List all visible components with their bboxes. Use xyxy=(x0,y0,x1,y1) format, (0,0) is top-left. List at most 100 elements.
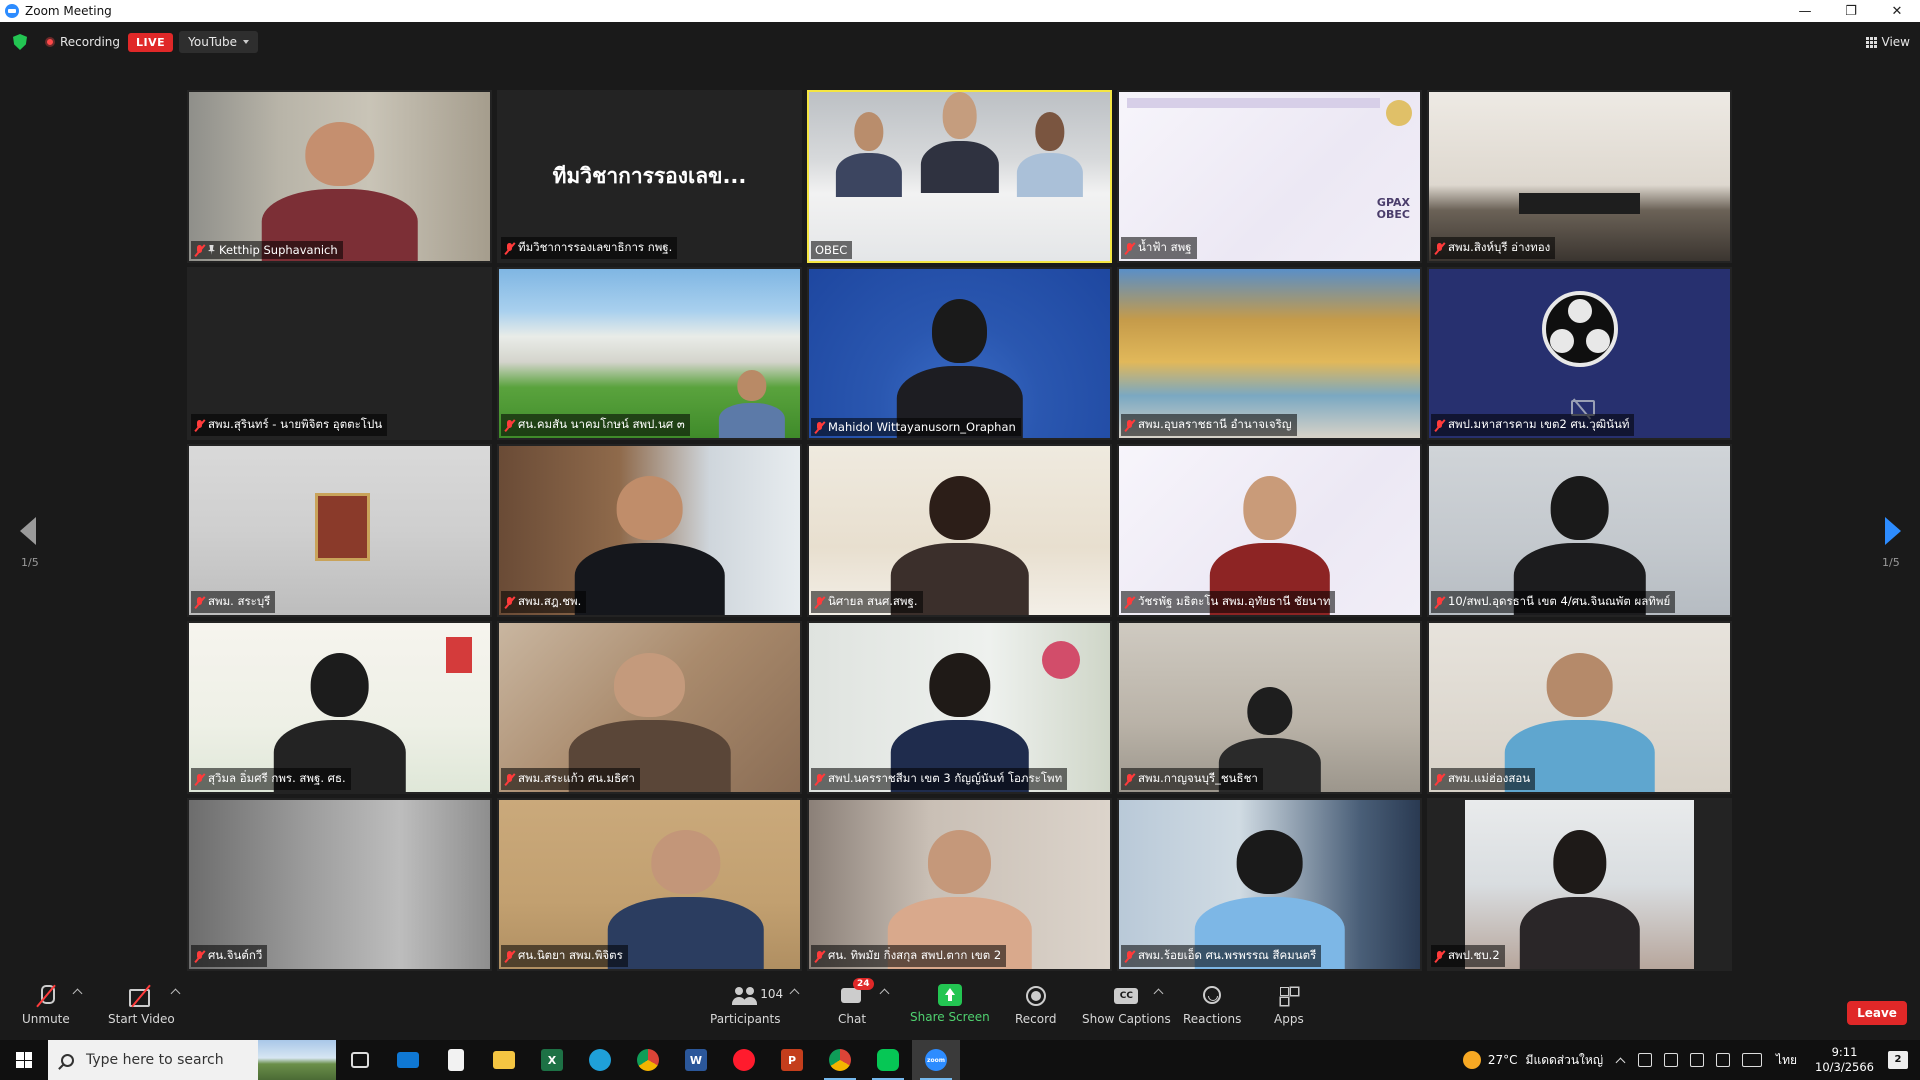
excel-icon: X xyxy=(541,1049,563,1071)
share-screen-button[interactable]: Share Screen xyxy=(910,984,990,1024)
clock-time: 9:11 xyxy=(1831,1045,1858,1059)
weather-description[interactable]: มีแดดส่วนใหญ่ xyxy=(1526,1051,1604,1070)
apps-button[interactable]: Apps xyxy=(1274,984,1304,1026)
participant-tile[interactable]: Mahidol Wittayanusorn_Oraphan xyxy=(807,267,1112,440)
closed-captions-icon xyxy=(1113,984,1139,1008)
meeting-toolbar: Unmute Start Video 104 Participants 24 C… xyxy=(0,978,1920,1038)
edge-icon xyxy=(589,1049,611,1071)
participant-tile[interactable]: สพม.แม่ฮ่องสอน xyxy=(1427,621,1732,794)
reactions-button[interactable]: Reactions xyxy=(1183,984,1241,1026)
participant-tile[interactable]: GPAX OBEC น้ำฟ้า สพฐ xyxy=(1117,90,1422,263)
mic-muted-icon xyxy=(195,773,204,785)
participant-tile[interactable]: ศน. ทิพมัย กิ่งสกุล สพป.ตาก เขต 2 xyxy=(807,798,1112,971)
participant-tile[interactable]: ศน.จินต์กวี xyxy=(187,798,492,971)
powerpoint-app[interactable]: P xyxy=(768,1040,816,1080)
caret-down-icon xyxy=(242,40,249,44)
participant-tile[interactable]: สพม.กาญจนบุรี_ชนธิชา xyxy=(1117,621,1422,794)
notification-center-icon[interactable]: 2 xyxy=(1888,1051,1908,1069)
input-language[interactable]: ไทย xyxy=(1776,1051,1797,1070)
restore-button[interactable]: ❐ xyxy=(1828,0,1874,22)
participant-tile[interactable]: สพป.นครราชสีมา เขต 3 กัญญ์นันท์ โอภระโพท xyxy=(807,621,1112,794)
participant-tile[interactable]: สพม.สุรินทร์ - นายพิจิตร อุตตะโปน xyxy=(187,267,492,440)
word-app[interactable]: W xyxy=(672,1040,720,1080)
participant-tile[interactable]: สพม. สระบุรี xyxy=(187,444,492,617)
opera-app[interactable] xyxy=(720,1040,768,1080)
file-app[interactable] xyxy=(432,1040,480,1080)
participant-tile-video-off[interactable]: สพป.มหาสารคาม เขต2 ศน.วุฒินันท์ xyxy=(1427,267,1732,440)
close-button[interactable]: ✕ xyxy=(1874,0,1920,22)
participant-name-label: สพม.สฎ.ชพ. xyxy=(501,591,587,613)
participant-tile[interactable]: สพม.สิงห์บุรี อ่างทอง xyxy=(1427,90,1732,263)
participant-name-label: ทีมวิชาการรองเลขาธิการ กพฐ. xyxy=(501,237,678,259)
mic-muted-icon xyxy=(1435,242,1444,254)
participant-tile[interactable]: ทีมวิชาการรองเลข... ทีมวิชาการรองเลขาธิก… xyxy=(497,90,802,263)
participant-name-label: สพม.แม่ฮ่องสอน xyxy=(1431,768,1536,790)
chrome-app[interactable] xyxy=(624,1040,672,1080)
participants-count: 104 xyxy=(760,987,784,1001)
view-button[interactable]: View xyxy=(1865,35,1910,49)
leave-button[interactable]: Leave xyxy=(1847,1001,1907,1025)
chat-button[interactable]: 24 Chat xyxy=(838,978,874,1026)
taskbar-clock[interactable]: 9:11 10/3/2566 xyxy=(1815,1045,1874,1075)
start-button[interactable] xyxy=(0,1040,48,1080)
participant-name-label: Ketthip Suphavanich xyxy=(191,241,343,259)
record-button[interactable]: Record xyxy=(1015,984,1056,1026)
participants-options-chevron-icon[interactable] xyxy=(789,988,800,999)
show-hidden-icons-chevron-icon[interactable] xyxy=(1615,1057,1626,1067)
participant-display-text: ทีมวิชาการรองเลข... xyxy=(552,164,747,188)
excel-app[interactable]: X xyxy=(528,1040,576,1080)
participants-button[interactable]: 104 Participants xyxy=(710,984,784,1026)
chat-options-chevron-icon[interactable] xyxy=(879,988,890,999)
participant-tile[interactable]: 10/สพป.อุดรธานี เขต 4/ศน.จินณพัต ผลทิพย์ xyxy=(1427,444,1732,617)
start-video-button[interactable]: Start Video xyxy=(108,984,175,1026)
pen-icon[interactable] xyxy=(1716,1053,1731,1067)
smiley-icon xyxy=(1199,984,1225,1008)
previous-page-arrow-icon[interactable] xyxy=(20,517,36,545)
participant-tile[interactable]: สพม.สฎ.ชพ. xyxy=(497,444,802,617)
usb-icon[interactable] xyxy=(1638,1053,1653,1067)
task-view-button[interactable] xyxy=(336,1040,384,1080)
minimize-button[interactable]: — xyxy=(1782,0,1828,22)
zoom-app[interactable]: zoom xyxy=(912,1040,960,1080)
participant-tile-active-speaker[interactable]: OBEC xyxy=(807,90,1112,263)
file-explorer-app[interactable] xyxy=(480,1040,528,1080)
participant-tile[interactable]: สพม.อุบลราชธานี อำนาจเจริญ xyxy=(1117,267,1422,440)
windows-logo-icon xyxy=(16,1052,32,1068)
network-icon[interactable] xyxy=(1664,1053,1679,1067)
volume-icon[interactable] xyxy=(1690,1053,1705,1067)
mail-app[interactable] xyxy=(384,1040,432,1080)
audio-options-chevron-icon[interactable] xyxy=(72,988,83,999)
chrome-profile-icon xyxy=(829,1049,851,1071)
security-shield-icon[interactable] xyxy=(13,34,27,50)
mic-muted-icon xyxy=(195,596,204,608)
weather-temp[interactable]: 27°C xyxy=(1488,1053,1518,1067)
grid-view-icon xyxy=(1865,36,1877,48)
edge-app[interactable] xyxy=(576,1040,624,1080)
weather-sun-icon[interactable] xyxy=(1462,1051,1481,1069)
unmute-button[interactable]: Unmute xyxy=(22,984,70,1026)
search-icon xyxy=(61,1053,74,1067)
stream-target-dropdown[interactable]: YouTube xyxy=(179,31,258,53)
taskbar-search-box[interactable]: Type here to search xyxy=(48,1040,336,1080)
chrome-profile-app[interactable] xyxy=(816,1040,864,1080)
participant-name-label: นิศายล สนศ.สพฐ. xyxy=(811,591,923,613)
recording-indicator[interactable]: Recording xyxy=(45,35,120,49)
mic-muted-icon xyxy=(1435,950,1444,962)
live-badge[interactable]: LIVE xyxy=(128,32,174,52)
keyboard-icon[interactable] xyxy=(1742,1053,1763,1067)
participant-tile[interactable]: สพป.ชบ.2 xyxy=(1427,798,1732,971)
mic-muted-icon xyxy=(1125,419,1134,431)
next-page-arrow-icon[interactable] xyxy=(1885,517,1901,545)
meeting-topbar: Recording LIVE YouTube View xyxy=(0,22,1920,62)
line-app[interactable] xyxy=(864,1040,912,1080)
participant-name-label: สพม.สิงห์บุรี อ่างทอง xyxy=(1431,237,1556,259)
participant-tile[interactable]: ศน.คมสัน นาคมโกษน์ สพป.นศ ๓ xyxy=(497,267,802,440)
participant-tile[interactable]: นิศายล สนศ.สพฐ. xyxy=(807,444,1112,617)
participant-tile[interactable]: Ketthip Suphavanich xyxy=(187,90,492,263)
participant-tile[interactable]: วัชรพัฐ มธิตะโน สพม.อุทัยธานี ชัยนาท xyxy=(1117,444,1422,617)
system-tray: 27°C มีแดดส่วนใหญ่ ไทย 9:11 10/3/2566 2 xyxy=(1462,1040,1920,1080)
participant-tile[interactable]: สพม.ร้อยเอ็ด ศน.พรพรรณ สีคมนตรี xyxy=(1117,798,1422,971)
participant-tile[interactable]: สพม.สระแก้ว ศน.มธิศา xyxy=(497,621,802,794)
participant-tile[interactable]: สุวิมล อิ่มศรี กพร. สพฐ. ศธ. xyxy=(187,621,492,794)
participant-tile[interactable]: ศน.นิตยา สพม.พิจิตร xyxy=(497,798,802,971)
